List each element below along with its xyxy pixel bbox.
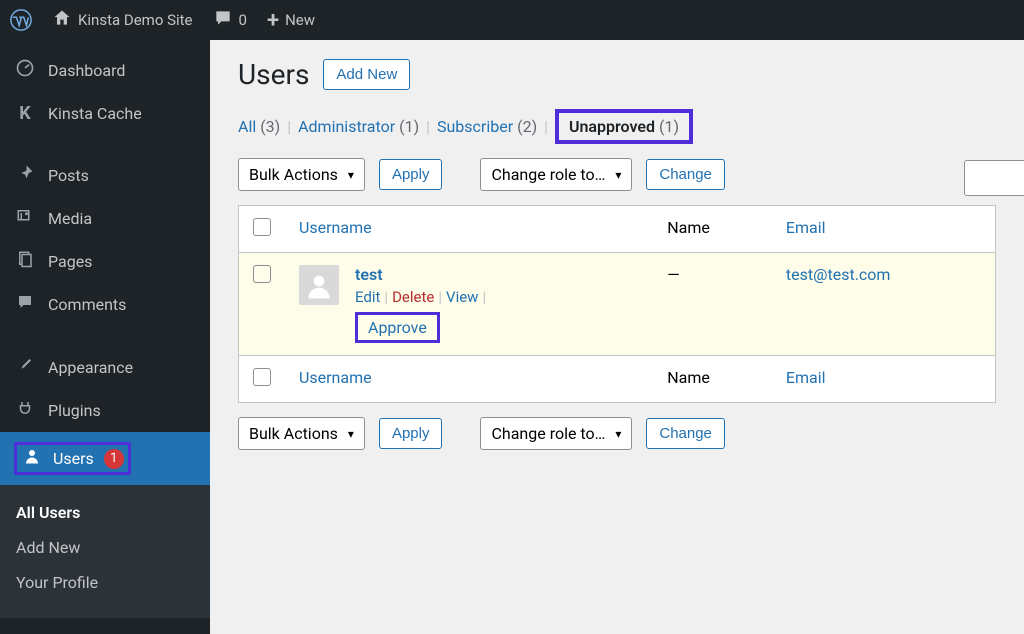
apply-bulk-button[interactable]: Apply <box>379 159 443 190</box>
name-column-footer: Name <box>653 356 772 403</box>
users-submenu: All Users Add New Your Profile <box>0 485 210 618</box>
admin-topbar: Kinsta Demo Site 0 + New <box>0 0 1024 40</box>
sidebar-item-label: Appearance <box>48 358 133 377</box>
edit-user-link[interactable]: Edit <box>355 288 380 306</box>
apply-bulk-button-bottom[interactable]: Apply <box>379 418 443 449</box>
change-role-button-bottom[interactable]: Change <box>646 418 725 449</box>
filter-admin-count: (1) <box>399 117 419 136</box>
name-column-header: Name <box>653 206 772 253</box>
username-column-header[interactable]: Username <box>299 218 372 237</box>
filter-subscriber[interactable]: Subscriber <box>437 117 513 136</box>
change-role-select-bottom[interactable]: Change role to…▾ <box>480 417 632 450</box>
select-all-checkbox[interactable] <box>253 218 271 236</box>
users-count-badge: 1 <box>104 449 124 469</box>
site-home-link[interactable]: Kinsta Demo Site <box>42 0 203 40</box>
media-icon <box>14 207 36 230</box>
dashboard-icon <box>14 58 36 83</box>
wp-logo[interactable] <box>0 0 42 40</box>
email-link[interactable]: test@test.com <box>786 265 891 284</box>
user-icon <box>21 447 43 470</box>
comments-count-label: 0 <box>239 11 247 29</box>
user-filters: All (3) | Administrator (1) | Subscriber… <box>238 109 996 144</box>
sidebar-item-label: Media <box>48 209 92 228</box>
pages-icon <box>14 250 36 273</box>
sidebar-item-label: Pages <box>48 252 92 271</box>
search-users-input[interactable] <box>964 160 1024 196</box>
table-row: test Edit|Delete|View| Approve — test <box>239 253 996 356</box>
bulk-actions-select[interactable]: Bulk Actions▾ <box>238 158 365 191</box>
sidebar-item-appearance[interactable]: Appearance <box>0 346 210 389</box>
chevron-down-icon: ▾ <box>348 168 354 182</box>
new-label: New <box>285 11 315 29</box>
submenu-all-users[interactable]: All Users <box>0 495 210 530</box>
change-role-select[interactable]: Change role to…▾ <box>480 158 632 191</box>
home-icon <box>52 8 72 32</box>
site-name-label: Kinsta Demo Site <box>78 11 193 29</box>
sidebar-item-users[interactable]: Users 1 <box>0 432 210 485</box>
kinsta-icon: K <box>14 103 36 124</box>
submenu-your-profile[interactable]: Your Profile <box>0 565 210 600</box>
sidebar-item-label: Users <box>53 449 94 468</box>
sidebar-item-comments[interactable]: Comments <box>0 283 210 326</box>
delete-user-link[interactable]: Delete <box>392 288 434 306</box>
sidebar-item-plugins[interactable]: Plugins <box>0 389 210 432</box>
filter-all-count: (3) <box>260 117 280 136</box>
sidebar-item-label: Dashboard <box>48 61 125 80</box>
comment-icon <box>14 293 36 316</box>
add-new-user-button[interactable]: Add New <box>323 59 410 90</box>
approve-highlight: Approve <box>355 312 440 343</box>
page-title: Users <box>238 58 309 91</box>
email-column-footer[interactable]: Email <box>786 368 826 387</box>
avatar <box>299 265 339 305</box>
email-column-header[interactable]: Email <box>786 218 826 237</box>
comments-link[interactable]: 0 <box>203 0 257 40</box>
brush-icon <box>14 356 36 379</box>
select-all-checkbox-footer[interactable] <box>253 368 271 386</box>
new-content-link[interactable]: + New <box>257 0 325 40</box>
plus-icon: + <box>267 8 279 33</box>
filter-subscriber-count: (2) <box>517 117 537 136</box>
plug-icon <box>14 399 36 422</box>
chevron-down-icon: ▾ <box>615 168 621 182</box>
username-link[interactable]: test <box>355 265 383 284</box>
main-content: Users Add New All (3) | Administrator (1… <box>210 40 1024 634</box>
filter-unapproved[interactable]: Unapproved (1) <box>555 109 693 144</box>
row-checkbox[interactable] <box>253 265 271 283</box>
bulk-actions-select-bottom[interactable]: Bulk Actions▾ <box>238 417 365 450</box>
sidebar-item-media[interactable]: Media <box>0 197 210 240</box>
sidebar-item-pages[interactable]: Pages <box>0 240 210 283</box>
sidebar-item-label: Comments <box>48 295 126 314</box>
filter-administrator[interactable]: Administrator <box>298 117 395 136</box>
filter-all[interactable]: All <box>238 117 256 136</box>
sidebar-item-label: Kinsta Cache <box>48 104 142 123</box>
sidebar-item-label: Posts <box>48 166 89 185</box>
name-cell: — <box>653 253 772 356</box>
wordpress-icon <box>10 9 32 31</box>
submenu-add-new[interactable]: Add New <box>0 530 210 565</box>
pin-icon <box>14 164 36 187</box>
sidebar-item-dashboard[interactable]: Dashboard <box>0 48 210 93</box>
approve-user-link[interactable]: Approve <box>368 318 427 337</box>
change-role-button[interactable]: Change <box>646 159 725 190</box>
username-column-footer[interactable]: Username <box>299 368 372 387</box>
comment-icon <box>213 8 233 32</box>
chevron-down-icon: ▾ <box>348 427 354 441</box>
chevron-down-icon: ▾ <box>615 427 621 441</box>
view-user-link[interactable]: View <box>446 288 478 306</box>
sidebar-item-kinsta-cache[interactable]: K Kinsta Cache <box>0 93 210 134</box>
users-table: Username Name Email test <box>238 205 996 403</box>
sidebar-item-posts[interactable]: Posts <box>0 154 210 197</box>
admin-sidebar: Dashboard K Kinsta Cache Posts Media Pag… <box>0 40 210 634</box>
sidebar-item-label: Plugins <box>48 401 101 420</box>
